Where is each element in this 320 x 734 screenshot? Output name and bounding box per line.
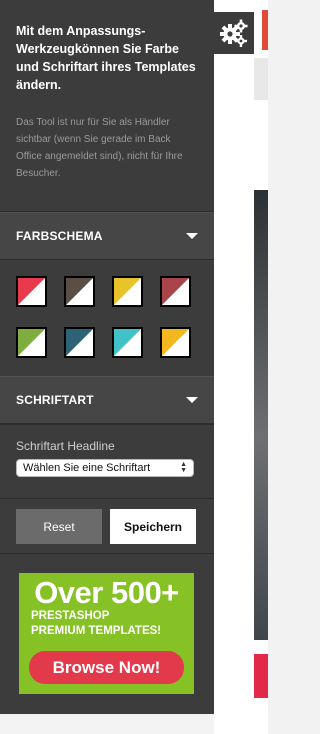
site-red-button[interactable] xyxy=(254,654,268,698)
color-scheme-title: FARBSCHEMA xyxy=(16,229,103,243)
headline-font-label: Schriftart Headline xyxy=(16,439,115,453)
promo-line-1: PRESTASHOP xyxy=(31,610,110,622)
swatch-navy[interactable] xyxy=(64,327,95,358)
browse-now-button[interactable]: Browse Now! xyxy=(29,651,184,684)
font-select-value: Wählen Sie eine Schriftart xyxy=(23,462,151,474)
swatch-yellow[interactable] xyxy=(112,276,143,307)
site-header-band xyxy=(254,58,268,100)
promo-line-2: PREMIUM TEMPLATES! xyxy=(31,625,162,637)
reset-button[interactable]: Reset xyxy=(16,509,102,544)
gears-icon xyxy=(220,19,248,47)
swatch-brown[interactable] xyxy=(64,276,95,307)
caret-down-icon xyxy=(186,397,198,403)
swatch-teal[interactable] xyxy=(112,327,143,358)
swatch-red[interactable] xyxy=(16,276,47,307)
font-header[interactable]: SCHRIFTART xyxy=(0,376,214,424)
select-arrows-icon: ▲ ▼ xyxy=(180,461,187,474)
headline-font-select[interactable]: Wählen Sie eine Schriftart ▲ ▼ xyxy=(16,459,194,477)
font-title: SCHRIFTART xyxy=(16,393,94,407)
color-scheme-header[interactable]: FARBSCHEMA xyxy=(0,212,214,260)
swatch-maroon[interactable] xyxy=(160,276,191,307)
promo-banner[interactable]: Over 500+ PRESTASHOP PREMIUM TEMPLATES! … xyxy=(19,573,194,694)
site-accent-line xyxy=(262,10,268,50)
swatch-orange[interactable] xyxy=(160,327,191,358)
intro-title: Mit dem Anpassungs-Werkzeugkönnen Sie Fa… xyxy=(16,24,196,92)
font-section: Schriftart Headline Wählen Sie eine Schr… xyxy=(0,424,214,498)
intro-description: Das Tool ist nur für Sie als Händler sic… xyxy=(16,117,183,179)
action-buttons: Reset Speichern xyxy=(0,498,214,554)
toggle-customizer-button[interactable] xyxy=(214,12,254,54)
site-hero-image xyxy=(254,190,268,640)
promo-title: Over 500+ xyxy=(34,575,179,610)
color-swatches xyxy=(0,260,214,376)
caret-down-icon xyxy=(186,233,198,239)
swatch-green[interactable] xyxy=(16,327,47,358)
intro-section: Mit dem Anpassungs-Werkzeugkönnen Sie Fa… xyxy=(0,0,214,212)
save-button[interactable]: Speichern xyxy=(110,509,196,544)
